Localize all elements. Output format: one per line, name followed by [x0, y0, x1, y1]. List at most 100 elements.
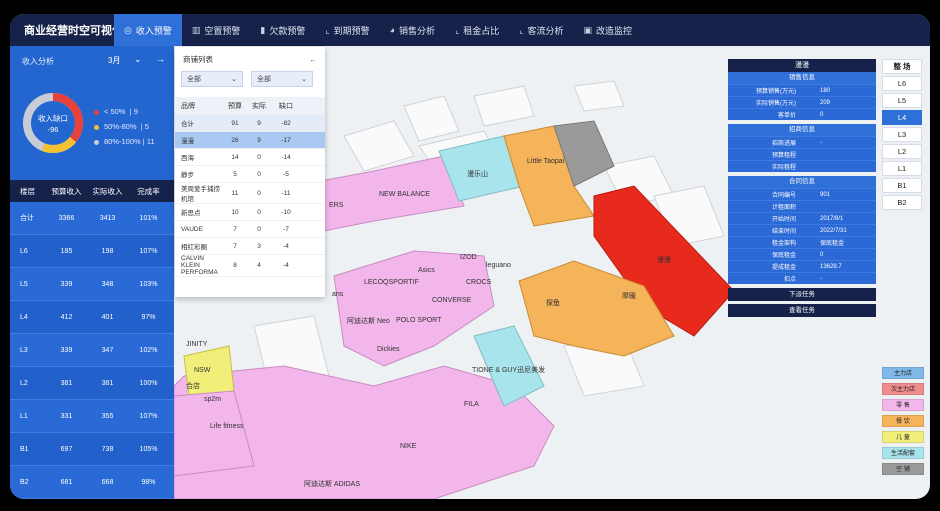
income-table-header: 楼层 预算收入 实际收入 完成率 [10, 180, 174, 202]
table-cell: 西海 [181, 155, 194, 162]
info-label: 提成租金 [771, 265, 796, 271]
table-cell: 681 [60, 478, 73, 486]
category-chip[interactable]: 零 售 [882, 399, 924, 411]
floor-button-l4[interactable]: L4 [882, 110, 922, 125]
legend-item: < 50% | 9 [94, 104, 155, 119]
tab-vacancy-warning[interactable]: ▥ 空置预警 [182, 14, 251, 46]
table-cell: 107% [139, 247, 158, 255]
table-cell: 381 [60, 379, 73, 387]
shop-list-title: 商铺列表 [183, 54, 213, 64]
table-cell: 新思点 [181, 210, 201, 217]
ring-icon: ◎ [124, 24, 132, 35]
table-row[interactable]: 相红彩圈 7 3 -4 [175, 238, 325, 255]
chevron-down-icon: ⌄ [231, 76, 237, 83]
view-task-button[interactable]: 查看任务 [728, 304, 876, 317]
category-chip[interactable]: 餐 饮 [882, 415, 924, 427]
category-chip[interactable]: 次主力店 [882, 383, 924, 395]
floor-button-l1[interactable]: L1 [882, 161, 922, 176]
info-row: 招商进展 - [728, 136, 876, 148]
table-row[interactable]: L2 381 381 100% [10, 367, 174, 400]
svg-text:阿迪达斯 Neo: 阿迪达斯 Neo [347, 316, 390, 325]
floor-button-b2[interactable]: B2 [882, 195, 922, 210]
table-row[interactable]: B2 681 668 98% [10, 466, 174, 499]
shop-table-body: 合计 91 9 -82 漫漫 26 9 -17 西海 14 0 -14 静步 5 0 -5 美周爱手捕捞机馆 11… [175, 115, 325, 277]
shop-info-panel: 漫漫 销售信息 预算销售(万元) 180 实际销售(万元) 209 客单价 0 招商信息 … [728, 59, 876, 320]
table-row[interactable]: 静步 5 0 -5 [175, 166, 325, 183]
table-cell: 14 [231, 153, 239, 161]
assign-task-button[interactable]: 下派任务 [728, 288, 876, 301]
table-cell: 107% [139, 412, 158, 420]
table-row[interactable]: L5 339 348 103% [10, 268, 174, 301]
table-cell: 98% [141, 478, 156, 486]
type-filter-select[interactable]: 全部 ⌄ [251, 71, 313, 87]
info-row: 预算销售(万元) 180 [728, 84, 876, 96]
table-cell: 339 [60, 346, 73, 354]
floor-button-b1[interactable]: B1 [882, 178, 922, 193]
tab-sales-analysis[interactable]: ◕ 销售分析 [380, 14, 445, 46]
table-cell: 0 [257, 208, 261, 216]
table-row[interactable]: 合计 91 9 -82 [175, 115, 325, 132]
info-row: 合同编号 901 [728, 188, 876, 200]
chevron-down-icon[interactable]: ⌄ [134, 54, 142, 65]
table-cell: 3 [257, 242, 261, 250]
svg-text:FILA: FILA [464, 401, 479, 408]
info-row: 扣点 - [728, 272, 876, 284]
table-row[interactable]: 西海 14 0 -14 [175, 149, 325, 166]
info-label: 计租面积 [771, 205, 796, 211]
category-chip[interactable]: 儿 童 [882, 431, 924, 443]
arrow-left-icon[interactable]: ← [310, 55, 318, 64]
table-row[interactable]: 美周爱手捕捞机馆 11 0 -11 [175, 183, 325, 204]
table-cell: 412 [60, 313, 73, 321]
floor-button-l3[interactable]: L3 [882, 127, 922, 142]
table-cell: 0 [257, 153, 261, 161]
category-legend: 主力店次主力店零 售餐 饮儿 童生活配套空 铺 [882, 367, 924, 479]
floor-button-l5[interactable]: L5 [882, 93, 922, 108]
info-label: 租金架构 [771, 241, 796, 247]
category-chip[interactable]: 生活配套 [882, 447, 924, 459]
contract-info-title: 合同信息 [728, 176, 876, 188]
table-row[interactable]: VAUDE 7 0 -7 [175, 221, 325, 238]
floor-button-l2[interactable]: L2 [882, 144, 922, 159]
svg-text:NSW: NSW [194, 367, 211, 374]
table-row[interactable]: CALVIN KLEIN PERFORMA 8 4 -4 [175, 255, 325, 277]
table-row[interactable]: 新思点 10 0 -10 [175, 204, 325, 221]
table-cell: -10 [281, 208, 291, 216]
tab-traffic-analysis[interactable]: ⌞ 客流分析 [509, 14, 573, 46]
income-title: 收入分析 [22, 57, 54, 66]
svg-text:JINITY: JINITY [186, 341, 208, 348]
table-row[interactable]: L4 412 401 97% [10, 301, 174, 334]
table-cell: 381 [101, 379, 114, 387]
table-row[interactable]: 合计 3366 3413 101% [10, 202, 174, 235]
table-row[interactable]: L6 185 198 107% [10, 235, 174, 268]
tab-rent-ratio[interactable]: ⌞ 租金占比 [445, 14, 509, 46]
tab-arrears-warning[interactable]: ▮ 欠款预警 [250, 14, 315, 46]
tab-expiry-warning[interactable]: ⌞ 到期预警 [315, 14, 379, 46]
arrow-right-icon[interactable]: → [156, 54, 165, 64]
svg-text:漫乐山: 漫乐山 [467, 169, 488, 178]
table-row[interactable]: L1 331 355 107% [10, 400, 174, 433]
table-row[interactable]: L3 339 347 102% [10, 334, 174, 367]
info-row: 计租面积 [728, 200, 876, 212]
tab-renovation-monitor[interactable]: ▣ 改造监控 [574, 14, 643, 46]
info-value: 901 [820, 191, 831, 198]
info-row: 结束时间 2022/7/31 [728, 224, 876, 236]
table-cell: 8 [233, 262, 237, 269]
info-row: 提成租金 13628.7 [728, 260, 876, 272]
info-value: 180 [820, 87, 831, 94]
floor-button-l6[interactable]: L6 [882, 76, 922, 91]
table-cell: B1 [20, 445, 29, 453]
info-label: 开始时间 [771, 217, 796, 223]
monitor-icon: ▣ [583, 24, 593, 35]
table-row[interactable]: B1 697 738 105% [10, 433, 174, 466]
income-summary: 收入分析 3月 ⌄ → 收入缺口 -96 < 50% | 9 50%-80% |… [10, 46, 174, 180]
category-chip[interactable]: 空 铺 [882, 463, 924, 475]
tab-income-warning[interactable]: ◎ 收入预警 [114, 14, 182, 46]
info-label: 预算租程 [771, 153, 796, 159]
table-row[interactable]: 漫漫 26 9 -17 [175, 132, 325, 149]
floor-all-button[interactable]: 整 场 [882, 59, 922, 74]
category-chip[interactable]: 主力店 [882, 367, 924, 379]
svg-text:Asics: Asics [418, 267, 435, 274]
brand-filter-select[interactable]: 全部 ⌄ [181, 71, 243, 87]
table-cell: 738 [101, 445, 114, 453]
table-cell: VAUDE [181, 225, 203, 233]
